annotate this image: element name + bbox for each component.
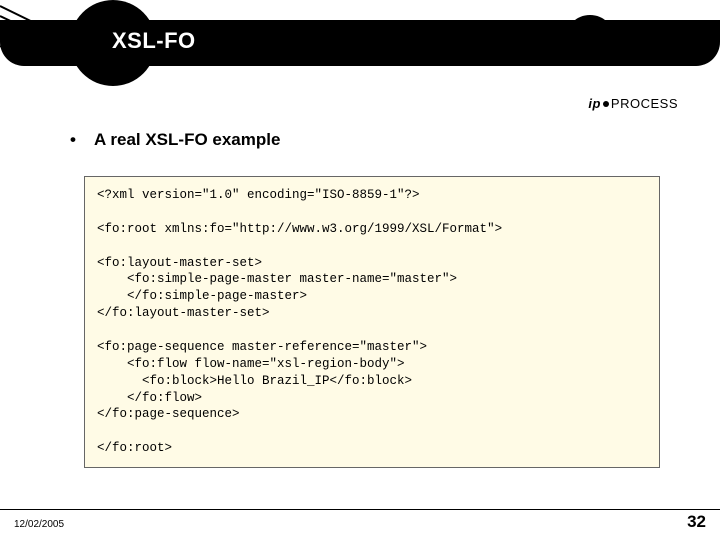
footer-date: 12/02/2005 <box>14 519 64 530</box>
code-line: <fo:layout-master-set> <box>97 256 262 270</box>
code-line: </fo:flow> <box>97 391 202 405</box>
ring-logo-icon <box>560 10 620 70</box>
brand-main: PROCESS <box>611 96 678 111</box>
brand-prefix: ip <box>588 96 601 111</box>
code-line: <fo:page-sequence master-reference="mast… <box>97 340 427 354</box>
code-line: </fo:page-sequence> <box>97 407 240 421</box>
footer-rule <box>0 509 720 510</box>
bullet-text: A real XSL-FO example <box>94 130 280 149</box>
code-line: </fo:layout-master-set> <box>97 306 270 320</box>
slide-title: XSL-FO <box>112 28 196 54</box>
code-example: <?xml version="1.0" encoding="ISO-8859-1… <box>84 176 660 468</box>
code-line: <fo:simple-page-master master-name="mast… <box>97 272 457 286</box>
code-line: <fo:flow flow-name="xsl-region-body"> <box>97 357 405 371</box>
bullet-heading: • A real XSL-FO example <box>66 130 280 150</box>
brand-logo: ip PROCESS <box>588 96 678 111</box>
bullet-symbol: • <box>66 130 80 150</box>
code-line: <?xml version="1.0" encoding="ISO-8859-1… <box>97 188 420 202</box>
brand-dot-icon <box>603 101 609 107</box>
code-line: <fo:block>Hello Brazil_IP</fo:block> <box>97 374 412 388</box>
code-line: </fo:simple-page-master> <box>97 289 307 303</box>
code-line: <fo:root xmlns:fo="http://www.w3.org/199… <box>97 222 502 236</box>
footer-page-number: 32 <box>687 512 706 532</box>
code-line: </fo:root> <box>97 441 172 455</box>
